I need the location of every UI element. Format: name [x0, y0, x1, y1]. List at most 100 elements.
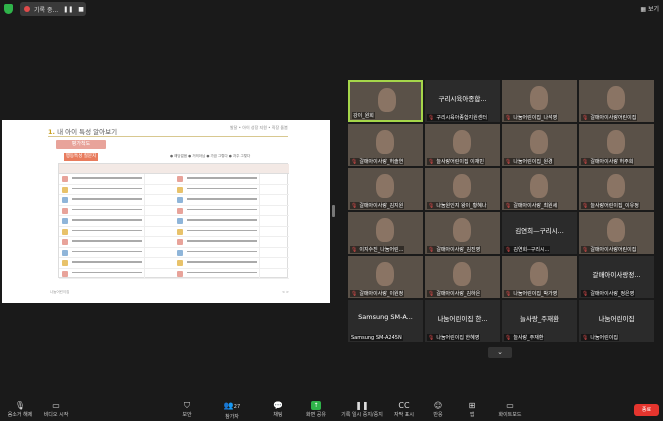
row-cells — [144, 247, 174, 258]
participant-tile[interactable]: 나눔어린이집 🎙 나눔어린이집 — [579, 300, 654, 342]
row-cells — [144, 184, 174, 195]
share-screen-button[interactable]: ↑ 화면 공유 — [302, 398, 330, 421]
participant-name-caption: 🎙 나눔원인지 왕이_황혜나 — [427, 202, 488, 209]
table-row — [174, 268, 289, 279]
whiteboard-button[interactable]: ▭ 화이트보드 — [496, 398, 524, 421]
row-number-marker — [62, 260, 68, 266]
row-text-line — [187, 208, 257, 210]
mic-muted-icon: 🎙 — [582, 291, 589, 297]
participant-tile[interactable]: 나눔어린이집 한... 🎙 나눔어린이집 한혜영 — [425, 300, 500, 342]
participant-name-caption: 🎙 나눔어린이집 — [581, 334, 619, 341]
row-cells — [259, 226, 289, 237]
participant-tile[interactable]: 🎙 나눔어린이집_나석영 — [502, 80, 577, 122]
participant-name-caption: 강이_원희 — [352, 112, 375, 119]
security-button[interactable]: ⛉ 보안 — [177, 398, 197, 421]
view-button[interactable]: ▦ 보기 — [640, 4, 659, 13]
table-row — [59, 184, 174, 195]
participant-tile[interactable]: 🎙 갈매아이사랑_허솔연 — [348, 124, 423, 166]
mic-muted-icon: 🎙 — [14, 401, 26, 410]
mic-muted-icon: 🎙 — [505, 203, 512, 209]
row-number-marker — [177, 260, 183, 266]
table-row — [174, 226, 289, 237]
row-number-marker — [62, 270, 68, 277]
row-number-marker — [62, 197, 68, 203]
participant-tile[interactable]: 🎙 갈매아이사랑 허주희 — [579, 124, 654, 166]
participant-display-name: Samsung SM-A... — [358, 313, 413, 321]
participant-tile[interactable]: 🎙 갈매아이사랑어린이집 — [579, 212, 654, 254]
participant-tile[interactable]: 🎙 이지수진_나눔어린... — [348, 212, 423, 254]
participant-tile[interactable]: 김연희—구리시... 🎙 김연희--구리시... — [502, 212, 577, 254]
participant-tile[interactable]: 🎙 갈매아이사랑어린이집 — [579, 80, 654, 122]
participant-name: 나눔어린이집_원경 — [513, 159, 553, 165]
participant-tile[interactable]: 🎙 늘사랑어린이집_이유정 — [579, 168, 654, 210]
table-row — [59, 258, 174, 269]
mute-button[interactable]: 🎙 음소거 해제 — [4, 398, 36, 421]
participant-video — [453, 218, 471, 242]
end-meeting-button[interactable]: 종료 — [634, 404, 659, 416]
participant-tile[interactable]: 🎙 갈매아이사랑_이원정 — [348, 256, 423, 298]
row-text-line — [72, 187, 142, 189]
table-row — [174, 195, 289, 206]
reactions-button[interactable]: ☺ 반응 — [428, 398, 448, 421]
participant-tile[interactable]: 갈매아이사랑정... 🎙 갈매아이사랑_정은영 — [579, 256, 654, 298]
participant-name: 늘사랑어린이집 이재민 — [436, 159, 484, 165]
participant-tile[interactable]: 🎙 갈매아이사랑_김하은 — [425, 256, 500, 298]
participant-name: 강이_원희 — [353, 113, 374, 119]
shield-icon: ⛉ — [184, 401, 190, 410]
participant-tile[interactable]: 🎙 갈매아이사랑_최원세 — [502, 168, 577, 210]
stop-recording-button[interactable]: ■ — [78, 6, 84, 13]
participant-display-name: 갈매아이사랑정... — [592, 271, 641, 279]
participant-tile[interactable]: 🎙 나눔어린이집_박가영 — [502, 256, 577, 298]
participant-name: 나눔어린이집_박가영 — [513, 291, 558, 297]
participants-button[interactable]: 👥27 참가자 — [218, 398, 246, 421]
participant-name-caption: 🎙 나눔어린이집 한혜영 — [427, 334, 481, 341]
mic-muted-icon: 🎙 — [505, 247, 512, 253]
captions-button[interactable]: CC 자막 표시 — [392, 398, 416, 421]
row-cells — [144, 174, 174, 184]
chat-button[interactable]: 💬 채팅 — [268, 398, 288, 421]
video-button[interactable]: ▭ 비디오 시작 — [40, 398, 72, 421]
participant-video — [530, 130, 548, 154]
participant-tile[interactable]: 강이_원희 — [348, 80, 423, 122]
participant-name-caption: 🎙 갈매아이사랑_김하은 — [427, 290, 482, 297]
mic-muted-icon: 🎙 — [428, 291, 435, 297]
chat-icon: 💬 — [273, 401, 283, 410]
apps-button[interactable]: ⊞ 앱 — [464, 398, 480, 421]
participant-name-caption: 🎙 구리시육아종합지원센터 — [427, 114, 488, 121]
table-row — [59, 216, 174, 227]
participant-tile[interactable]: 🎙 갈매아이사랑_김진영 — [425, 212, 500, 254]
participant-tile[interactable]: 구리시육아종합... 🎙 구리시육아종합지원센터 — [425, 80, 500, 122]
row-text-line — [187, 229, 257, 231]
participant-tile[interactable]: 늘사랑_주재환 🎙 늘사랑_주재환 — [502, 300, 577, 342]
participant-name-caption: 🎙 갈매아이사랑어린이집 — [581, 114, 638, 121]
table-column — [174, 164, 289, 279]
row-cells — [259, 268, 289, 279]
participant-video — [530, 86, 548, 110]
participant-tile[interactable]: 🎙 나눔어린이집_원경 — [502, 124, 577, 166]
participant-name: 갈매아이사랑_허솔연 — [359, 159, 404, 165]
participant-name: 갈매아이사랑_김하은 — [436, 291, 481, 297]
participant-name: 갈매아이사랑어린이집 — [590, 115, 637, 121]
recording-indicator: 기록 중... ❚❚ ■ — [20, 2, 86, 16]
row-text-line — [72, 177, 142, 179]
row-cells — [259, 237, 289, 247]
participant-name-caption: 🎙 갈매아이사랑_김지원 — [350, 202, 405, 209]
participant-tile[interactable]: 🎙 갈매아이사랑_김지원 — [348, 168, 423, 210]
participant-name-caption: 🎙 갈매아이사랑_최원세 — [504, 202, 559, 209]
chevron-down-icon[interactable]: ⌄ — [488, 347, 512, 358]
participant-name: 갈매아이사랑_김진영 — [436, 247, 481, 253]
participant-tile[interactable]: Samsung SM-A... Samsung SM-A245N — [348, 300, 423, 342]
table-row — [59, 205, 174, 216]
captions-icon: CC — [398, 401, 410, 410]
split-handle[interactable] — [332, 205, 335, 217]
shield-icon[interactable] — [4, 4, 13, 14]
participant-video — [378, 88, 396, 112]
participant-tile[interactable]: 🎙 늘사랑어린이집 이재민 — [425, 124, 500, 166]
participant-name: 갈매아이사랑 허주희 — [590, 159, 634, 165]
record-control-button[interactable]: ❚❚ 기록 일시 중지/중지 — [338, 398, 386, 421]
pause-recording-button[interactable]: ❚❚ — [63, 6, 73, 13]
participant-tile[interactable]: 🎙 나눔원인지 왕이_황혜나 — [425, 168, 500, 210]
table-row — [59, 237, 174, 248]
row-cells — [259, 174, 289, 184]
mic-muted-icon: 🎙 — [505, 335, 512, 341]
